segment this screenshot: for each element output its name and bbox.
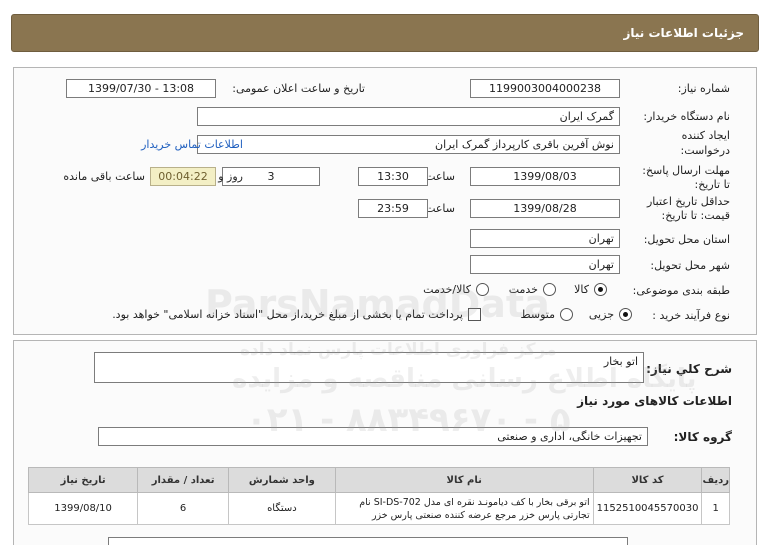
- city-label: شهر محل تحویل:: [650, 259, 730, 272]
- price-validity-label-line1: حداقل تاریخ اعتبار: [646, 195, 730, 208]
- cell-qty: 6: [137, 492, 230, 525]
- page-header: جزئیات اطلاعات نیاز: [11, 14, 759, 52]
- goods-group-label: گروه کالا:: [673, 430, 732, 444]
- cell-name: اتو برقی بخار با کف دیامونـد نقره ای مدل…: [334, 492, 594, 525]
- description-field: اتو بخار: [94, 352, 644, 383]
- days-label: روز و: [218, 170, 243, 183]
- province-field: تهران: [470, 229, 620, 248]
- table-row[interactable]: 1 1152510045570030 اتو برقی بخار با کف د…: [27, 492, 730, 525]
- price-validity-time: 23:59: [358, 199, 428, 218]
- goods-info-title: اطلاعات کالاهای مورد نیاز: [577, 394, 732, 408]
- page-title: جزئیات اطلاعات نیاز: [623, 26, 744, 40]
- category-option-service: خدمت: [508, 283, 538, 296]
- process-option-medium: متوسط: [520, 308, 555, 321]
- price-validity-date: 1399/08/28: [470, 199, 620, 218]
- creator-field: نوش آفرین باقری کارپرداز گمرک ایران: [197, 135, 620, 154]
- treasury-bond-checkbox[interactable]: [468, 308, 481, 321]
- reply-deadline-time: 13:30: [358, 167, 428, 186]
- category-option-goods: کالا: [574, 283, 589, 296]
- cell-date: 1399/08/10: [27, 492, 139, 525]
- col-code: کد کالا: [592, 467, 703, 493]
- buyer-org-field: گمرک ایران: [197, 107, 620, 126]
- goods-table: ردیف کد کالا نام کالا واحد شمارش تعداد /…: [27, 467, 730, 525]
- remaining-time: 00:04:22: [150, 167, 216, 186]
- reply-deadline-label-line2: تا تاریخ:: [694, 178, 730, 191]
- province-label: استان محل تحویل:: [643, 233, 730, 246]
- cell-code: 1152510045570030: [592, 492, 703, 525]
- price-validity-label-line2: قیمت: تا تاریخ:: [661, 209, 730, 222]
- process-radio-minor[interactable]: [619, 308, 632, 321]
- need-number-label: شماره نیاز:: [677, 82, 730, 95]
- goods-group-field: تجهیزات خانگی، اداری و صنعتی: [98, 427, 648, 446]
- category-label: طبقه بندی موضوعی:: [632, 284, 730, 297]
- creator-label-line1: ایجاد کننده: [681, 129, 730, 142]
- process-radio-medium[interactable]: [560, 308, 573, 321]
- category-option-goods-service: کالا/خدمت: [423, 283, 471, 296]
- reply-deadline-label-line1: مهلت ارسال پاسخ:: [642, 164, 730, 177]
- creator-label-line2: درخواست:: [680, 144, 730, 157]
- reply-deadline-date: 1399/08/03: [470, 167, 620, 186]
- description-label: شرح کلي نياز:: [646, 362, 732, 376]
- price-validity-time-label: ساعت: [425, 202, 455, 215]
- col-unit: واحد شمارش: [228, 467, 336, 493]
- buyer-contact-link[interactable]: اطلاعات تماس خریدار: [141, 138, 243, 151]
- next-field-partial: [108, 537, 628, 545]
- purchase-process-label: نوع فرآیند خرید :: [652, 309, 730, 322]
- category-radio-goods-service[interactable]: [476, 283, 489, 296]
- cell-unit: دستگاه: [228, 492, 336, 525]
- treasury-bond-note: پرداخت تمام یا بخشی از مبلغ خرید،از محل …: [112, 308, 463, 321]
- announce-datetime-label: تاریخ و ساعت اعلان عمومی:: [232, 82, 365, 95]
- category-radio-service[interactable]: [543, 283, 556, 296]
- process-option-minor: جزیی: [588, 308, 614, 321]
- need-number-field: 1199003004000238: [470, 79, 620, 98]
- col-name: نام کالا: [334, 467, 594, 493]
- announce-datetime-field: 1399/07/30 - 13:08: [66, 79, 216, 98]
- col-date: تاریخ نیاز: [27, 467, 139, 493]
- remaining-label: ساعت باقی مانده: [63, 170, 145, 183]
- cell-row: 1: [701, 492, 730, 525]
- category-radio-goods[interactable]: [594, 283, 607, 296]
- col-row: ردیف: [701, 467, 730, 493]
- city-field: تهران: [470, 255, 620, 274]
- buyer-org-label: نام دستگاه خریدار:: [643, 110, 730, 123]
- table-header-row: ردیف کد کالا نام کالا واحد شمارش تعداد /…: [27, 467, 730, 493]
- col-qty: تعداد / مقدار: [137, 467, 230, 493]
- reply-deadline-time-label: ساعت: [425, 170, 455, 183]
